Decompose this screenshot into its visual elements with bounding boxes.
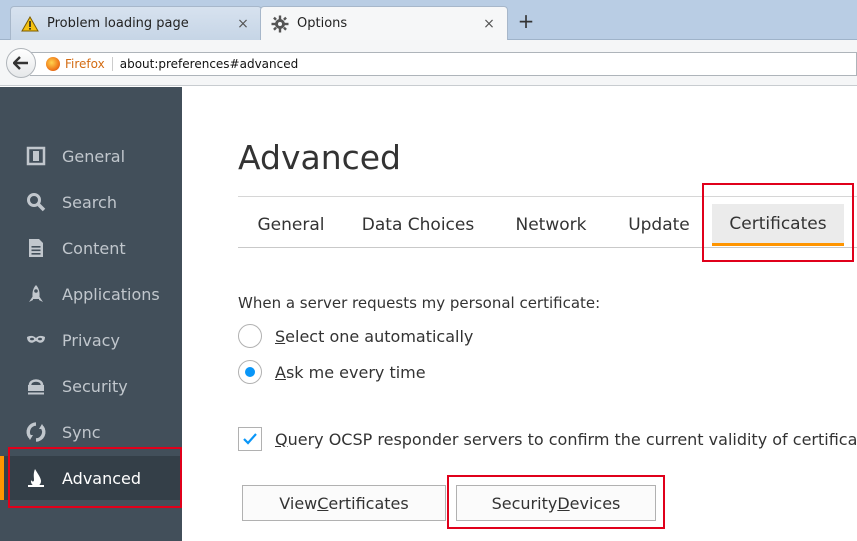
category-sidebar: General Search Content Applications Priv… bbox=[0, 87, 182, 541]
tab-label: Options bbox=[297, 16, 348, 31]
search-icon bbox=[27, 193, 46, 212]
button-label-pre: Security bbox=[491, 493, 558, 513]
sidebar-item-label: Applications bbox=[62, 284, 160, 304]
url-bar[interactable]: Firefox about:preferences#advanced bbox=[30, 52, 857, 76]
identity-label: Firefox bbox=[65, 57, 105, 71]
radio-label: Select one automatically bbox=[275, 327, 473, 346]
subtab-network[interactable]: Network bbox=[504, 204, 598, 246]
sidebar-item-general[interactable]: General bbox=[0, 134, 182, 178]
sidebar-item-label: Sync bbox=[62, 422, 101, 442]
back-arrow-icon bbox=[13, 56, 28, 70]
heading-divider bbox=[238, 196, 857, 197]
tab-options[interactable]: Options × bbox=[260, 6, 508, 40]
ocsp-checkbox-row[interactable]: Query OCSP responder servers to confirm … bbox=[238, 427, 857, 451]
security-devices-button[interactable]: Security Devices bbox=[456, 485, 656, 521]
subtab-update[interactable]: Update bbox=[618, 204, 700, 246]
sync-icon bbox=[26, 422, 46, 442]
new-tab-button[interactable]: + bbox=[514, 10, 538, 34]
view-certificates-button[interactable]: View Certificates bbox=[242, 485, 446, 521]
sidebar-item-label: Content bbox=[62, 238, 126, 258]
tab-strip: Problem loading page × Options × + bbox=[0, 0, 857, 40]
label-rest: sk me every time bbox=[285, 362, 426, 382]
radio-ask-every-time[interactable]: Ask me every time bbox=[238, 360, 426, 384]
advanced-icon bbox=[28, 469, 44, 487]
sidebar-item-security[interactable]: Security bbox=[0, 364, 182, 408]
tab-close-icon[interactable]: × bbox=[235, 16, 251, 32]
sidebar-item-label: Privacy bbox=[62, 330, 120, 350]
accesskey: C bbox=[317, 493, 329, 513]
sidebar-item-applications[interactable]: Applications bbox=[0, 272, 182, 316]
sidebar-item-advanced[interactable]: Advanced bbox=[0, 456, 182, 500]
accesskey: Q bbox=[275, 429, 288, 449]
button-label-pre: View bbox=[279, 493, 318, 513]
sidebar-item-content[interactable]: Content bbox=[0, 226, 182, 270]
sidebar-item-label: General bbox=[62, 146, 126, 166]
subtab-data-choices[interactable]: Data Choices bbox=[358, 204, 478, 246]
accesskey: S bbox=[275, 326, 286, 346]
radio-button-checked[interactable] bbox=[238, 360, 262, 384]
sidebar-item-label: Search bbox=[62, 192, 117, 212]
advanced-subtabs: General Data Choices Network Update Cert… bbox=[238, 200, 857, 248]
gear-icon bbox=[271, 15, 289, 32]
sidebar-item-privacy[interactable]: Privacy bbox=[0, 318, 182, 362]
content-icon bbox=[29, 239, 43, 257]
page-title: Advanced bbox=[238, 138, 402, 177]
subtab-certificates[interactable]: Certificates bbox=[712, 204, 844, 246]
tab-problem-loading[interactable]: Problem loading page × bbox=[10, 6, 262, 40]
accesskey: A bbox=[275, 362, 286, 382]
tab-label: Problem loading page bbox=[47, 16, 189, 31]
security-icon bbox=[28, 379, 44, 395]
accesskey: D bbox=[557, 493, 570, 513]
nav-bar: Firefox about:preferences#advanced bbox=[0, 40, 857, 86]
tab-close-icon[interactable]: × bbox=[481, 16, 497, 32]
privacy-mask-icon bbox=[27, 335, 45, 343]
checkmark-icon bbox=[243, 433, 257, 445]
url-separator bbox=[111, 57, 113, 71]
radio-label: Ask me every time bbox=[275, 363, 426, 382]
radio-button[interactable] bbox=[238, 324, 262, 348]
sidebar-item-label: Security bbox=[62, 376, 128, 396]
button-label-post: evices bbox=[569, 493, 621, 513]
ocsp-checkbox[interactable] bbox=[238, 427, 262, 451]
url-text: about:preferences#advanced bbox=[119, 57, 299, 71]
general-icon bbox=[26, 146, 46, 166]
sidebar-item-sync[interactable]: Sync bbox=[0, 410, 182, 454]
firefox-icon bbox=[46, 57, 60, 71]
sidebar-item-search[interactable]: Search bbox=[0, 180, 182, 224]
cert-request-label: When a server requests my personal certi… bbox=[238, 294, 601, 312]
subtab-general[interactable]: General bbox=[248, 204, 334, 246]
radio-select-automatically[interactable]: Select one automatically bbox=[238, 324, 473, 348]
button-label-post: ertificates bbox=[328, 493, 409, 513]
label-rest: elect one automatically bbox=[285, 326, 474, 346]
sidebar-item-label: Advanced bbox=[62, 468, 142, 488]
applications-icon bbox=[29, 285, 43, 302]
ocsp-label: Query OCSP responder servers to confirm … bbox=[275, 430, 857, 449]
back-button[interactable] bbox=[6, 48, 36, 78]
warning-icon bbox=[21, 15, 39, 31]
label-rest: uery OCSP responder servers to confirm t… bbox=[287, 429, 857, 449]
